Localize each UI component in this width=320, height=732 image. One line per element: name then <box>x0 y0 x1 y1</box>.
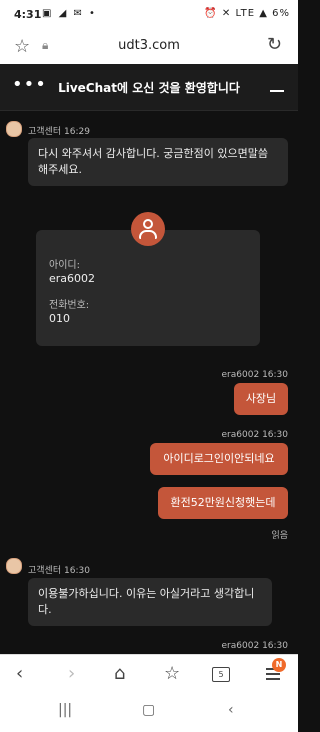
user-icon <box>131 212 165 246</box>
status-time: 4:31 <box>14 8 42 21</box>
read-receipt: 읽음 <box>271 531 288 541</box>
battery-level: 6% <box>272 8 290 19</box>
network-label: LTE <box>235 8 256 19</box>
user-info-card: 아이디: era6002 전화번호: 010 <box>36 230 260 346</box>
back-icon[interactable]: ‹ <box>16 663 23 684</box>
agent-message: 이용불가하십니다. 이유는 아실거라고 생각합니다. <box>28 578 272 626</box>
chat-title: LiveChat에 오신 것을 환영합니다 <box>58 81 240 95</box>
id-label: 아이디: <box>49 260 80 271</box>
recent-apps-icon[interactable]: ||| <box>58 702 72 718</box>
menu-icon[interactable] <box>266 668 280 680</box>
message-meta: era6002 16:30 <box>221 370 288 380</box>
phone-label: 전화번호: <box>49 300 90 311</box>
notification-icons: ▣ ◢ ✉ • <box>42 8 97 19</box>
reload-icon[interactable]: ↻ <box>267 34 282 55</box>
status-bar: 4:31 ▣ ◢ ✉ • ⏰ ✕ LTE ▲ 6% <box>0 0 298 30</box>
message-meta: 고객센터 16:30 <box>28 566 90 576</box>
agent-avatar <box>6 558 22 574</box>
minimize-icon[interactable] <box>270 90 284 92</box>
chat-header: ••• LiveChat에 오신 것을 환영합니다 <box>0 64 298 111</box>
user-message: 사장님 <box>234 383 288 415</box>
tabs-icon[interactable]: 5 <box>212 667 230 682</box>
notification-badge: N <box>272 658 286 672</box>
agent-message: 다시 와주셔서 감사합니다. 궁금한점이 있으면말씀해주세요. <box>28 138 288 186</box>
home-icon[interactable]: ⌂ <box>114 663 125 684</box>
url-text[interactable]: udt3.com <box>0 38 298 53</box>
agent-avatar <box>6 121 22 137</box>
message-meta: 고객센터 16:29 <box>28 127 90 137</box>
system-icons: ⏰ ✕ LTE ▲ 6% <box>204 8 290 19</box>
forward-icon[interactable]: › <box>68 663 75 684</box>
message-meta: era6002 16:30 <box>221 430 288 440</box>
id-value: era6002 <box>49 272 96 285</box>
system-back-icon[interactable]: ‹ <box>228 702 234 718</box>
user-message: 아이디로그인이안되네요 <box>150 443 288 475</box>
bookmarks-icon[interactable]: ☆ <box>164 663 180 684</box>
user-message: 환전52만원신청햇는데 <box>158 487 288 519</box>
browser-bottom-nav: ‹ › ⌂ ☆ 5 N <box>0 654 298 693</box>
home-button-icon[interactable]: ▢ <box>142 702 155 718</box>
system-nav-bar: ||| ▢ ‹ <box>0 692 298 732</box>
browser-url-bar: ☆ 🔒︎ udt3.com ↻ <box>0 30 298 64</box>
phone-value: 010 <box>49 312 70 325</box>
message-meta: era6002 16:30 <box>221 641 288 651</box>
